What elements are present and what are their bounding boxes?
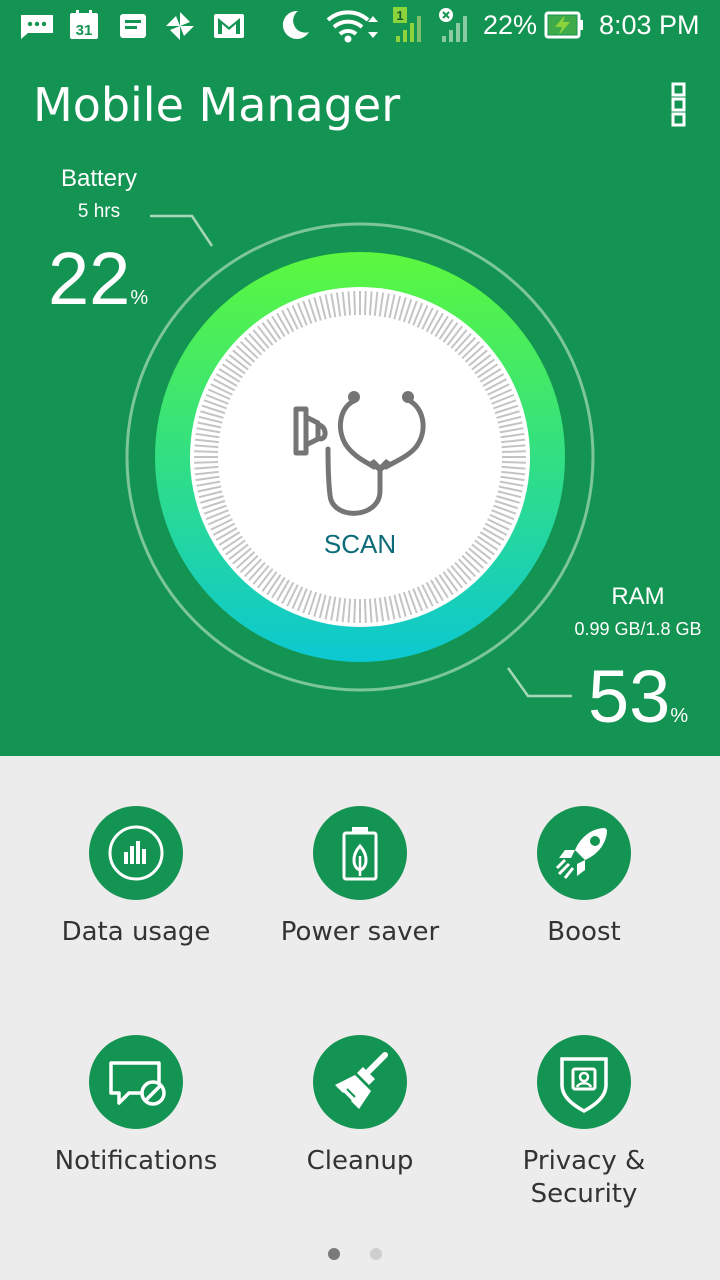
tick-mark — [353, 291, 357, 316]
tick-mark — [501, 450, 526, 454]
tick-mark — [194, 460, 219, 464]
tile-privacy-security[interactable]: Privacy & Security — [472, 1035, 696, 1211]
notifications-icon-circle — [89, 1035, 183, 1129]
tick-mark — [363, 291, 367, 316]
tick-mark — [363, 598, 367, 623]
cleanup-icon-circle — [313, 1035, 407, 1129]
tile-notifications[interactable]: Notifications — [24, 1035, 248, 1178]
tile-cleanup[interactable]: Cleanup — [248, 1035, 472, 1178]
tile-label: Boost — [547, 917, 621, 947]
more-vert-icon — [671, 82, 686, 127]
data-usage-icon-circle — [89, 806, 183, 900]
tile-label: Cleanup — [306, 1146, 414, 1176]
tick-mark — [194, 450, 219, 454]
battery-charging-icon — [544, 11, 583, 39]
power-saver-icon — [342, 827, 378, 881]
tile-power-saver[interactable]: Power saver — [248, 806, 472, 949]
scan-button[interactable]: SCAN — [220, 317, 500, 597]
messages-icon — [21, 15, 53, 39]
broom-icon — [335, 1052, 388, 1109]
moon-icon — [282, 10, 309, 39]
boost-icon-circle — [537, 806, 631, 900]
svg-text:1: 1 — [396, 8, 403, 23]
stethoscope-icon — [293, 391, 426, 516]
app-title: Mobile Manager — [33, 78, 401, 132]
data-usage-icon — [108, 825, 164, 881]
notes-icon — [120, 14, 146, 38]
header-panel: 31 1 22% 8:03 PM Mobile Manager Battery … — [0, 0, 720, 756]
privacy-icon-circle — [537, 1035, 631, 1129]
shield-user-icon — [560, 1057, 608, 1113]
page-indicator-active[interactable] — [328, 1248, 340, 1260]
gmail-icon — [214, 14, 244, 38]
feature-grid: Data usage Power saver Boost Notificatio… — [0, 756, 720, 1280]
ram-percentage: 53% — [588, 654, 688, 739]
pinwheel-icon — [166, 12, 194, 40]
overflow-menu-button[interactable] — [660, 78, 700, 130]
sim2-signal-icon — [439, 8, 467, 42]
tile-label: Data usage — [61, 917, 211, 947]
clock: 8:03 PM — [599, 10, 700, 40]
ram-usage: 0.99 GB/1.8 GB — [574, 619, 702, 639]
svg-text:31: 31 — [76, 22, 93, 39]
power-saver-icon-circle — [313, 806, 407, 900]
ram-unit: % — [670, 705, 689, 727]
tile-label: Notifications — [54, 1146, 218, 1176]
calendar-icon: 31 — [70, 10, 98, 39]
wifi-icon — [326, 10, 378, 43]
rocket-icon — [555, 828, 607, 879]
ram-leader-line — [506, 667, 572, 698]
sim1-signal-icon: 1 — [393, 7, 421, 42]
ram-label: RAM — [611, 583, 665, 610]
scan-label: SCAN — [323, 529, 397, 559]
battery-label: Battery — [60, 165, 138, 192]
notifications-block-icon — [109, 1061, 166, 1106]
battery-percent: 22% — [483, 10, 538, 40]
ram-value: 53 — [588, 655, 671, 738]
page-indicator-inactive[interactable] — [370, 1248, 382, 1260]
tick-mark — [501, 460, 526, 464]
tick-mark — [353, 598, 357, 623]
tile-boost[interactable]: Boost — [472, 806, 696, 949]
tile-label: Power saver — [280, 917, 440, 947]
tile-data-usage[interactable]: Data usage — [24, 806, 248, 949]
tile-label: Privacy & Security — [522, 1146, 646, 1209]
status-bar: 31 1 22% 8:03 PM — [0, 0, 720, 52]
